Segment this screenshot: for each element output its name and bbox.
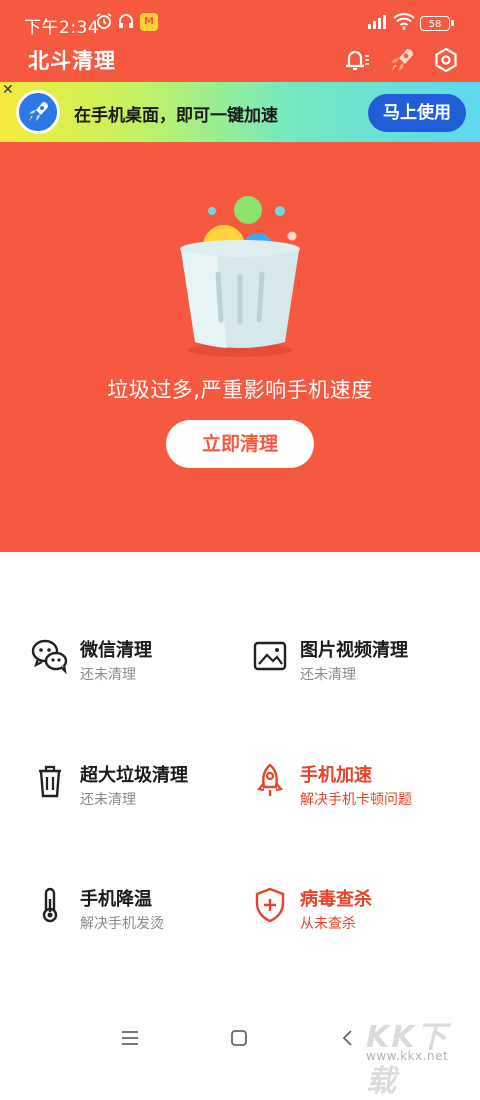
feature-wechat-clean[interactable]: 微信清理 还未清理	[30, 634, 240, 694]
banner-text: 在手机桌面，即可一键加速	[74, 106, 278, 126]
shield-icon	[250, 883, 290, 927]
wechat-icon	[30, 634, 70, 678]
notification-button[interactable]	[340, 44, 372, 76]
rocket-icon	[250, 759, 290, 803]
feature-media-clean[interactable]: 图片视频清理 还未清理	[250, 634, 460, 694]
status-time: 下午2:34	[24, 18, 100, 38]
rocket-icon	[16, 90, 60, 134]
battery-indicator: 58	[420, 16, 454, 31]
menu-icon	[122, 1031, 138, 1045]
feature-large-junk-clean[interactable]: 超大垃圾清理 还未清理	[30, 759, 240, 819]
junk-warning-text: 垃圾过多,严重影响手机速度	[107, 378, 373, 402]
settings-button[interactable]	[430, 44, 462, 76]
app-notification-badge: M	[140, 13, 158, 31]
feature-cool-down[interactable]: 手机降温 解决手机发烫	[30, 883, 240, 943]
nav-menu-button[interactable]	[118, 1026, 142, 1050]
promo-banner: ✕ 在手机桌面，即可一键加速 马上使用	[0, 82, 480, 142]
feature-subtitle: 还未清理	[80, 792, 136, 808]
nav-back-button[interactable]	[336, 1026, 360, 1050]
image-icon	[250, 634, 290, 678]
feature-title: 手机加速	[300, 765, 372, 786]
watermark-url: www.kkx.net	[366, 1049, 449, 1063]
feature-virus-scan[interactable]: 病毒查杀 从未查杀	[250, 883, 460, 943]
headphones-icon	[117, 12, 135, 34]
feature-subtitle: 还未清理	[300, 667, 356, 683]
feature-phone-boost[interactable]: 手机加速 解决手机卡顿问题	[250, 759, 460, 819]
back-chevron-icon	[342, 1030, 352, 1046]
close-icon[interactable]: ✕	[2, 82, 14, 98]
trash-icon	[30, 759, 70, 803]
home-square-icon	[231, 1030, 247, 1046]
feature-title: 超大垃圾清理	[80, 765, 188, 786]
speed-boost-button[interactable]	[386, 44, 418, 76]
signal-icon	[366, 12, 388, 34]
clean-now-button[interactable]: 立即清理	[166, 420, 314, 468]
use-now-button[interactable]: 马上使用	[368, 94, 466, 132]
status-bar: 下午2:34 M 58	[0, 0, 480, 44]
alarm-icon	[95, 12, 113, 34]
hexagon-settings-icon	[435, 47, 457, 73]
bell-icon	[346, 50, 369, 71]
rocket-icon	[391, 49, 413, 71]
nav-home-button[interactable]	[227, 1026, 251, 1050]
feature-title: 病毒查杀	[300, 889, 372, 910]
feature-subtitle: 还未清理	[80, 667, 136, 683]
wifi-icon	[393, 12, 415, 34]
trash-can-illustration	[180, 196, 300, 357]
feature-subtitle: 解决手机发烫	[80, 916, 164, 932]
app-title: 北斗清理	[28, 49, 116, 73]
feature-title: 图片视频清理	[300, 640, 408, 661]
feature-title: 微信清理	[80, 640, 152, 661]
thermometer-icon	[30, 883, 70, 927]
feature-title: 手机降温	[80, 889, 152, 910]
feature-subtitle: 解决手机卡顿问题	[300, 792, 412, 808]
feature-subtitle: 从未查杀	[300, 916, 356, 932]
watermark: KK下载 www.kkx.net	[362, 1012, 474, 1099]
